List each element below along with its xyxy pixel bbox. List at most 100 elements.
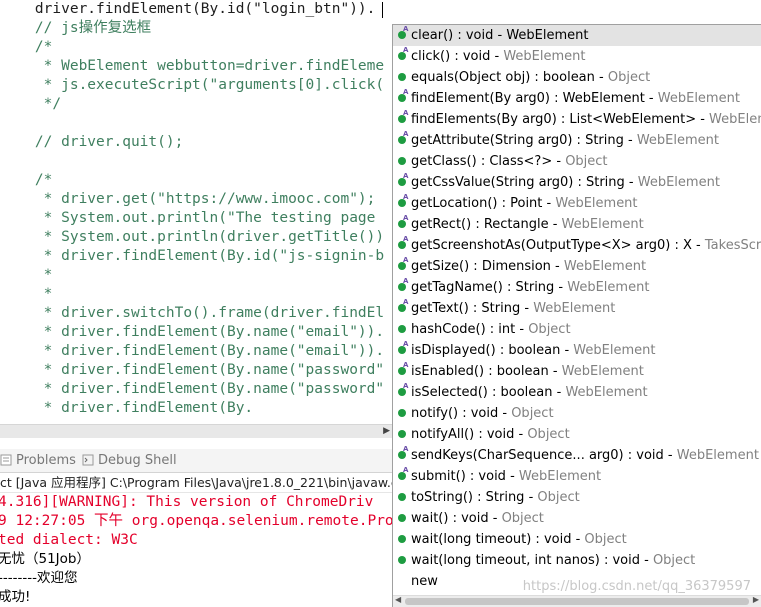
tab-debug-shell-label: Debug Shell — [98, 453, 177, 468]
proposal-item[interactable]: wait() : void - Object — [393, 508, 761, 529]
proposal-declaring-type: Object — [584, 532, 627, 547]
proposal-item[interactable]: isDisplayed() : boolean - WebElement — [393, 340, 761, 361]
public-method-icon — [398, 277, 408, 291]
proposal-item[interactable]: findElements(By arg0) : List<WebElement>… — [393, 109, 761, 130]
console-line: --------欢迎您 — [0, 570, 78, 586]
proposal-item[interactable]: clear() : void - WebElement — [393, 25, 761, 46]
proposal-item[interactable]: findElement(By arg0) : WebElement - WebE… — [393, 88, 761, 109]
proposal-item[interactable]: isSelected() : boolean - WebElement — [393, 382, 761, 403]
proposal-item[interactable]: getScreenshotAs(OutputType<X> arg0) : X … — [393, 235, 761, 256]
scroll-thumb[interactable] — [405, 598, 749, 605]
proposal-item[interactable]: getLocation() : Point - WebElement — [393, 193, 761, 214]
proposal-declaring-type: WebElement — [567, 280, 650, 295]
proposal-item[interactable]: notifyAll() : void - Object — [393, 424, 761, 445]
proposal-signature: notify() : void - — [411, 406, 512, 421]
public-method-icon — [398, 493, 406, 501]
proposal-signature: wait() : void - — [411, 511, 502, 526]
proposal-signature: notifyAll() : void - — [411, 427, 528, 442]
proposal-declaring-type: Object — [652, 553, 696, 568]
proposal-item[interactable]: equals(Object obj) : boolean - Object — [393, 67, 761, 88]
proposal-label: getSize() : Dimension - WebElement — [411, 256, 646, 277]
public-method-icon — [398, 409, 406, 417]
proposal-item[interactable]: wait(long timeout, int nanos) : void - O… — [393, 550, 761, 571]
proposal-declaring-type: Object — [501, 511, 544, 526]
proposal-item[interactable]: toString() : String - Object — [393, 487, 761, 508]
public-method-icon — [398, 340, 408, 354]
proposal-signature: hashCode() : int - — [411, 322, 529, 337]
proposal-label: wait(long timeout, int nanos) : void - O… — [411, 550, 695, 571]
code-line: // js操作复选框 — [0, 20, 152, 36]
public-method-icon — [398, 193, 408, 207]
proposal-signature: getCssValue(String arg0) : String - — [411, 175, 638, 190]
proposal-item[interactable]: notify() : void - Object — [393, 403, 761, 424]
proposal-item[interactable]: getCssValue(String arg0) : String - WebE… — [393, 172, 761, 193]
code-editor[interactable]: driver.findElement(By.id("login_btn")). … — [0, 0, 392, 424]
proposal-item[interactable]: wait(long timeout) : void - Object — [393, 529, 761, 550]
proposal-label: findElements(By arg0) : List<WebElement>… — [411, 109, 761, 130]
code-line: // driver.quit(); — [0, 134, 184, 150]
console-line: ted dialect: W3C — [0, 532, 138, 548]
proposal-item[interactable]: submit() : void - WebElement — [393, 466, 761, 487]
tab-debug-shell[interactable]: Debug Shell — [82, 452, 177, 469]
proposal-label: getAttribute(String arg0) : String - Web… — [411, 130, 719, 151]
proposal-declaring-type: Object — [537, 490, 580, 505]
proposal-signature: equals(Object obj) : boolean - — [411, 70, 608, 85]
code-line: * driver.switchTo().frame(driver.findEl — [0, 305, 385, 321]
code-line: * System.out.println(driver.getTitle()) — [0, 229, 385, 245]
proposal-item[interactable]: getTagName() : String - WebElement — [393, 277, 761, 298]
proposal-label: sendKeys(CharSequence... arg0) : void - … — [411, 445, 759, 466]
code-line: * — [0, 286, 53, 302]
code-line: * System.out.println("The testing page — [0, 210, 376, 226]
scroll-left-arrow-icon[interactable]: ◀ — [395, 595, 401, 604]
proposal-item[interactable]: isEnabled() : boolean - WebElement — [393, 361, 761, 382]
proposal-item[interactable]: getSize() : Dimension - WebElement — [393, 256, 761, 277]
proposal-declaring-type: WebElement — [657, 91, 740, 106]
proposal-item[interactable]: getText() : String - WebElement — [393, 298, 761, 319]
scroll-right-arrow-icon[interactable]: ▶ — [383, 425, 390, 438]
proposal-label: getClass() : Class<?> - Object — [411, 151, 608, 172]
public-method-icon — [398, 172, 408, 186]
editor-horizontal-scrollbar[interactable]: ▶ — [0, 424, 392, 438]
proposal-declaring-type: WebElement — [709, 112, 761, 127]
proposal-item[interactable]: getRect() : Rectangle - WebElement — [393, 214, 761, 235]
proposal-item[interactable]: getClass() : Class<?> - Object — [393, 151, 761, 172]
proposal-declaring-type: WebElement — [561, 217, 644, 232]
proposal-signature: getScreenshotAs(OutputType<X> arg0) : X … — [411, 238, 705, 253]
proposal-signature: submit() : void - — [411, 469, 519, 484]
console-launch-info: ct [Java 应用程序] C:\Program Files\Java\jre… — [0, 475, 392, 490]
console-line: 无忧（51Job） — [0, 551, 90, 567]
console-output[interactable]: 4.316][WARNING]: This version of ChromeD… — [0, 493, 392, 607]
proposal-label: getRect() : Rectangle - WebElement — [411, 214, 644, 235]
proposal-signature: getClass() : Class<?> - — [411, 154, 566, 169]
content-assist-popup[interactable]: clear() : void - WebElement click() : voi… — [392, 24, 761, 607]
proposal-declaring-type: WebElement — [636, 133, 719, 148]
code-line: /* — [0, 172, 53, 188]
tab-problems[interactable]: Problems — [0, 452, 76, 469]
scroll-right-arrow-icon[interactable]: ▶ — [753, 595, 759, 604]
proposal-label: hashCode() : int - Object — [411, 319, 571, 340]
proposal-label: isDisplayed() : boolean - WebElement — [411, 340, 655, 361]
public-method-icon — [398, 73, 406, 81]
proposal-label: clear() : void - WebElement — [411, 25, 589, 46]
public-method-icon — [398, 235, 408, 249]
popup-horizontal-scrollbar[interactable]: ◀ ▶ — [393, 595, 761, 607]
proposal-signature: getRect() : Rectangle - — [411, 217, 562, 232]
proposal-item[interactable]: click() : void - WebElement — [393, 46, 761, 67]
proposal-item[interactable]: sendKeys(CharSequence... arg0) : void - … — [393, 445, 761, 466]
code-line: /* — [0, 39, 53, 55]
proposal-label: isEnabled() : boolean - WebElement — [411, 361, 644, 382]
public-method-icon — [398, 298, 408, 312]
proposal-item[interactable]: getAttribute(String arg0) : String - Web… — [393, 130, 761, 151]
problems-icon — [0, 454, 12, 466]
proposal-label: notifyAll() : void - Object — [411, 424, 570, 445]
proposal-item[interactable]: hashCode() : int - Object — [393, 319, 761, 340]
proposal-signature: isDisplayed() : boolean - — [411, 343, 574, 358]
public-method-icon — [398, 535, 406, 543]
proposal-declaring-type: WebElement — [637, 175, 720, 190]
proposal-label: getText() : String - WebElement — [411, 298, 615, 319]
debug-shell-icon — [82, 454, 94, 466]
public-method-icon — [398, 88, 408, 102]
proposal-signature: isEnabled() : boolean - — [411, 364, 562, 379]
proposal-declaring-type: WebElement — [503, 49, 586, 64]
proposal-declaring-type: Object — [607, 70, 651, 85]
